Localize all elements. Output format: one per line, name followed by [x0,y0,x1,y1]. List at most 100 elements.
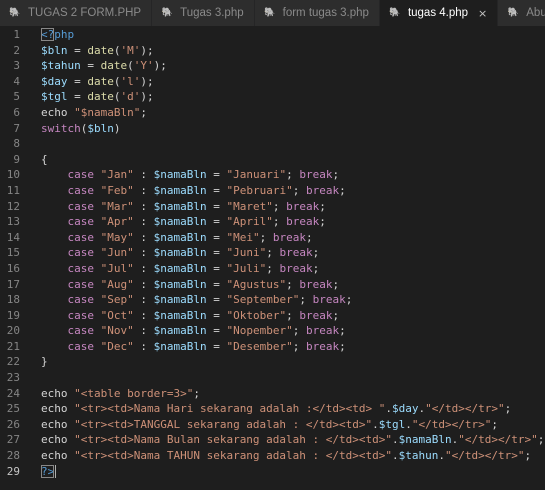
tab-label: form tugas 3.php [282,7,369,19]
code-token: = [206,339,227,353]
code-token: break [286,199,320,213]
code-token: ; [491,417,498,431]
code-text: case "Sep" : $namaBln = "September"; bre… [41,292,352,308]
code-token: : [133,293,154,307]
code-token: ; [286,168,300,182]
line-number: 19 [6,308,20,322]
code-token: "</td></tr>" [411,417,492,431]
code-token: $namaBln [153,168,207,182]
code-token: ; [266,246,280,260]
code-text: $bln = date('M'); [41,43,154,59]
code-token: break [305,183,340,197]
code-token: : [133,261,154,275]
code-token: . [392,433,399,447]
code-line: 3 $tahun = date('Y'); [0,58,545,74]
code-token: ; [286,308,300,322]
line-number: 1 [13,28,20,41]
line-number: 10 [6,168,20,182]
code-token: . [392,449,399,463]
code-token: echo [41,105,68,119]
line-number: 6 [13,105,20,119]
code-token: ; [339,183,346,197]
code-token: ; [332,277,340,291]
code-text: echo "<tr><td>Nama Hari sekarang adalah … [41,401,511,417]
code-line: 4 $day = date('l'); [0,74,545,90]
tab-label: TUGAS 2 FORM.PHP [28,7,142,19]
code-line: 19 case "Oct" : $namaBln = "Oktober"; br… [0,308,545,324]
code-token: = [206,324,227,338]
code-text: case "Oct" : $namaBln = "Oktober"; break… [41,308,339,324]
code-line: 6 echo "$namaBln"; [0,105,545,121]
line-number: 23 [6,371,20,385]
code-token: = [206,183,227,197]
editor-pane[interactable]: 1 <?php 2 $bln = date('M'); 3 $tahun = date('… [0,27,545,490]
line-number: 24 [6,386,20,400]
code-token: $namaBln [398,433,452,447]
code-token: echo [41,402,75,416]
code-token: 'l' [120,74,141,88]
code-token: "Aug" [100,277,134,291]
tab-3[interactable]: 🐘 tugas 4.php × [379,0,499,26]
code-token: $bln [87,121,114,135]
code-token: $namaBln [153,324,207,338]
code-token: 'M' [120,43,141,57]
code-text: $day = date('l'); [41,74,154,90]
code-token: "Jun" [100,246,134,260]
code-token: "Sep" [100,293,134,307]
code-token: date [87,90,114,104]
code-token: "Januari" [226,168,287,182]
line-number: 17 [6,277,20,291]
code-token: ) [113,121,121,135]
code-token: "Jul" [100,261,134,275]
code-token: ; [272,199,287,213]
code-token: ); [140,74,154,88]
php-elephant-icon: 🐘 [389,8,401,18]
code-line: 8 [0,136,545,152]
line-number: 12 [6,199,20,213]
code-token: "Agustus" [226,277,287,291]
code-line: 14 case "May" : $namaBln = "Mei"; break; [0,230,545,246]
tab-0[interactable]: 🐘 TUGAS 2 FORM.PHP [0,0,153,26]
code-line: 10 case "Jan" : $namaBln = "Januari"; br… [0,167,545,183]
code-token: "Nov" [100,324,134,338]
code-line: 26 echo "<tr><td>TANGGAL sekarang adalah … [0,417,545,433]
code-token: $namaBln [153,246,207,260]
tab-1[interactable]: 🐘 Tugas 3.php [152,0,255,26]
code-token: : [133,308,154,322]
code-token: $bln [41,43,68,57]
line-number: 27 [6,433,20,447]
code-text: case "Dec" : $namaBln = "Desember"; brea… [41,339,345,355]
line-number: 22 [6,355,20,369]
code-line: 18 case "Sep" : $namaBln = "September"; … [0,292,545,308]
code-token: <? [41,28,55,41]
tab-4[interactable]: 🐘 Abuj [498,0,545,26]
code-token: } [41,355,48,369]
code-token: case [41,293,101,307]
code-token: = [67,43,88,57]
close-icon[interactable]: × [478,7,487,20]
code-token: "<table border=3>" [74,386,194,400]
code-token: "<tr><td>TANGGAL sekarang adalah : </td>… [74,417,373,431]
line-number: 26 [6,417,20,431]
code-token: "<tr><td>Nama Hari sekarang adalah :</td… [74,402,386,416]
line-number: 8 [13,137,20,151]
code-token: 'Y' [133,59,154,73]
code-token: ; [345,293,353,307]
code-token: ; [140,105,147,119]
code-token: ; [319,199,326,213]
code-token: = [67,90,88,104]
code-token: break [299,168,333,182]
line-number: 16 [6,261,20,275]
code-token: break [272,230,306,244]
code-token: echo [41,433,75,447]
tab-2[interactable]: 🐘 form tugas 3.php [254,0,380,26]
code-token: "Jan" [100,168,134,182]
code-token: ; [332,308,340,322]
code-token: case [41,199,101,213]
code-token: "Feb" [100,183,134,197]
code-token: ; [272,215,287,229]
code-token: = [206,277,227,291]
line-number: 2 [13,43,20,57]
code-line: 24 echo "<table border=3>"; [0,386,545,402]
code-token: "Mei" [226,230,260,244]
